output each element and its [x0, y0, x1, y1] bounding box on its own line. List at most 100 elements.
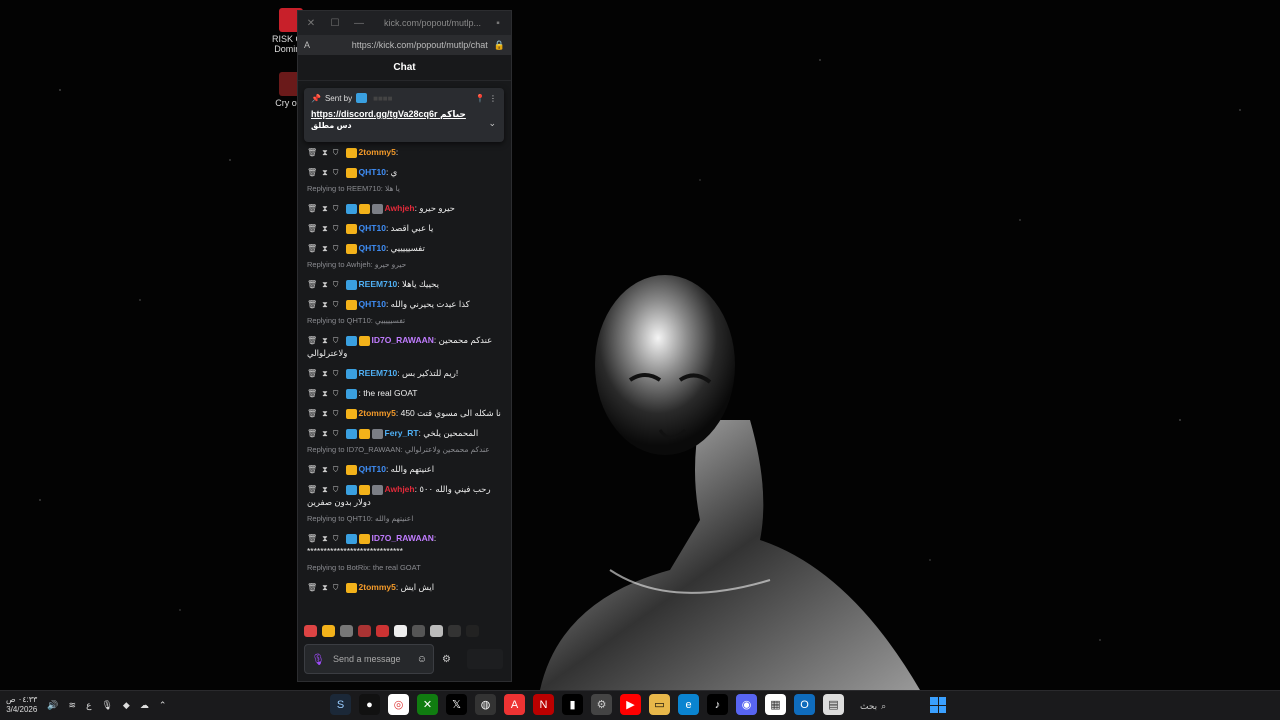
emoji-icon[interactable]: ☺ — [417, 654, 427, 665]
taskbar-search[interactable]: بحث ⌕ — [860, 696, 920, 716]
chat-message[interactable]: 🗑⧗⛉ QHT10: ي — [307, 166, 505, 179]
mod-action-icons[interactable]: 🗑⧗⛉ — [307, 168, 344, 177]
mod-action-icons[interactable]: 🗑⧗⛉ — [307, 389, 344, 398]
emote-icon[interactable] — [376, 625, 389, 637]
chat-message[interactable]: 🗑⧗⛉ REEM710: ريم للتذكير بس! — [307, 367, 505, 380]
chat-username[interactable]: QHT10 — [359, 223, 386, 233]
chat-message[interactable]: 🗑⧗⛉ Awhjeh: رحب فيني والله ٥٠٠ دولار بدون… — [307, 483, 505, 509]
tiktok-icon[interactable]: ♪ — [707, 694, 728, 715]
emote-icon[interactable] — [358, 625, 371, 637]
cloud-icon[interactable]: ☁ — [140, 700, 149, 711]
emote-icon[interactable] — [322, 625, 335, 637]
outlook-icon[interactable]: O — [794, 694, 815, 715]
steam-icon[interactable]: S — [330, 694, 351, 715]
emote-icon[interactable] — [430, 625, 443, 637]
mod-action-icons[interactable]: 🗑⧗⛉ — [307, 429, 344, 438]
volume-icon[interactable]: 🔊 — [47, 700, 58, 711]
file-explorer-icon[interactable]: ▭ — [649, 694, 670, 715]
emote-icon[interactable] — [412, 625, 425, 637]
youtube-icon[interactable]: ▶ — [620, 694, 641, 715]
chat-username[interactable]: ID7O_RAWAAN — [372, 335, 434, 345]
mod-action-icons[interactable]: 🗑⧗⛉ — [307, 244, 344, 253]
mod-action-icons[interactable]: 🗑⧗⛉ — [307, 300, 344, 309]
chat-message[interactable]: 🗑⧗⛉ QHT10: يا عبي اقصد — [307, 222, 505, 235]
chat-username[interactable]: QHT10 — [359, 167, 386, 177]
clock[interactable]: ٠٤:٣٣ ص 3/4/2026 — [6, 695, 37, 715]
steam-tray-icon[interactable]: ◆ — [123, 700, 130, 711]
windows-start-icon[interactable] — [930, 697, 946, 713]
minimize-icon[interactable]: — — [352, 18, 366, 29]
emote-icon[interactable] — [448, 625, 461, 637]
reply-context[interactable]: Replying to Awhjeh: حيرو حيرو — [307, 260, 505, 271]
mod-action-icons[interactable]: 🗑⧗⛉ — [307, 336, 344, 345]
chat-username[interactable]: Awhjeh — [385, 203, 415, 213]
notepad-icon[interactable]: ▤ — [823, 694, 844, 715]
wifi-icon[interactable]: ≋ — [69, 700, 77, 711]
chat-message[interactable]: 🗑⧗⛉ ID7O_RAWAAN: عندكم محمحين ولاعترلوالي — [307, 334, 505, 360]
chat-message[interactable]: 🗑⧗⛉ QHT10: تفسيييييي — [307, 242, 505, 255]
rockstar-icon[interactable]: ◍ — [475, 694, 496, 715]
lock-icon[interactable]: 🔒 — [494, 40, 505, 51]
reply-context[interactable]: Replying to BotRix: the real GOAT — [307, 563, 505, 574]
chat-message[interactable]: 🗑⧗⛉ 2tommy5: — [307, 146, 505, 159]
chat-message[interactable]: 🗑⧗⛉ Fery_RT: المحمحين يلخي — [307, 427, 505, 440]
chat-username[interactable]: REEM710 — [359, 368, 398, 378]
mod-action-icons[interactable]: 🗑⧗⛉ — [307, 224, 344, 233]
chat-message[interactable]: 🗑⧗⛉ Awhjeh: حيرو حيرو — [307, 202, 505, 215]
x-twitter-icon[interactable]: 𝕏 — [446, 694, 467, 715]
maximize-icon[interactable]: ☐ — [328, 18, 342, 29]
chat-username[interactable]: 2tommy5 — [359, 147, 396, 157]
chat-message-list[interactable]: 🗑⧗⛉ 2tommy5: 🗑⧗⛉ QHT10: ي Replying to REEM7… — [298, 139, 511, 615]
reply-context[interactable]: Replying to ID7O_RAWAAN: عندكم محمحين ول… — [307, 445, 505, 456]
chat-username[interactable]: Fery_RT — [385, 428, 419, 438]
emote-icon[interactable] — [466, 625, 479, 637]
chat-message[interactable]: 🗑⧗⛉: the real GOAT — [307, 387, 505, 400]
read-aloud-icon[interactable]: A — [304, 40, 310, 50]
close-icon[interactable]: ✕ — [304, 18, 318, 29]
reply-context[interactable]: Replying to REEM710: يا هلا — [307, 184, 505, 195]
microphone-icon[interactable]: 🎙 — [101, 700, 112, 711]
chat-username[interactable]: ID7O_RAWAAN — [372, 533, 434, 543]
microphone-icon[interactable]: 🎙 — [311, 653, 325, 666]
discord-icon[interactable]: ◉ — [736, 694, 757, 715]
reply-context[interactable]: Replying to QHT10: اعنيتهم والله — [307, 514, 505, 525]
chat-message[interactable]: 🗑⧗⛉ REEM710: يحييك ياهلا — [307, 278, 505, 291]
mod-action-icons[interactable]: 🗑⧗⛉ — [307, 534, 344, 543]
chevron-down-icon[interactable]: ⌄ — [488, 118, 496, 129]
more-options-icon[interactable]: ⋮ — [489, 94, 497, 103]
chat-message[interactable]: 🗑⧗⛉ 2tommy5: ايش ايش — [307, 581, 505, 594]
chat-username[interactable]: QHT10 — [359, 299, 386, 309]
send-message-input[interactable]: 🎙 Send a message ☺ — [304, 644, 434, 674]
mod-action-icons[interactable]: 🗑⧗⛉ — [307, 280, 344, 289]
chat-message[interactable]: 🗑⧗⛉ ID7O_RAWAAN: ************************… — [307, 532, 505, 558]
mute-icon[interactable] — [340, 625, 353, 637]
obs-icon[interactable]: ● — [359, 694, 380, 715]
chat-send-button[interactable] — [466, 649, 503, 669]
emote-icon[interactable] — [304, 625, 317, 637]
chat-message[interactable]: 🗑⧗⛉ QHT10: اعنيتهم والله — [307, 463, 505, 476]
mod-action-icons[interactable]: 🗑⧗⛉ — [307, 465, 344, 474]
chat-username[interactable]: 2tommy5 — [359, 582, 396, 592]
mod-action-icons[interactable]: 🗑⧗⛉ — [307, 369, 344, 378]
netflix-icon[interactable]: N — [533, 694, 554, 715]
gear-icon[interactable]: ⚙ — [442, 654, 451, 665]
chat-username[interactable]: REEM710 — [359, 279, 398, 289]
mod-action-icons[interactable]: 🗑⧗⛉ — [307, 409, 344, 418]
chat-username[interactable]: QHT10 — [359, 243, 386, 253]
emote-icon[interactable] — [394, 625, 407, 637]
mod-action-icons[interactable]: 🗑⧗⛉ — [307, 485, 344, 494]
mod-action-icons[interactable]: 🗑⧗⛉ — [307, 204, 344, 213]
xbox-icon[interactable]: ✕ — [417, 694, 438, 715]
reply-context[interactable]: Replying to QHT10: تفسيييييي — [307, 316, 505, 327]
chat-username[interactable]: QHT10 — [359, 464, 386, 474]
chat-message[interactable]: 🗑⧗⛉ 2tommy5: 450 نا شكله الى مسوي قتت — [307, 407, 505, 420]
adobe-icon[interactable]: A — [504, 694, 525, 715]
chat-username[interactable]: 2tommy5 — [359, 408, 396, 418]
chrome-icon[interactable]: ◎ — [388, 694, 409, 715]
store-icon[interactable]: ▦ — [765, 694, 786, 715]
chat-username[interactable]: Awhjeh — [385, 484, 415, 494]
chat-message[interactable]: 🗑⧗⛉ QHT10: كذا عيدت يحيرني والله — [307, 298, 505, 311]
settings-icon[interactable]: ⚙ — [591, 694, 612, 715]
unpin-icon[interactable]: 📍 — [475, 94, 485, 103]
mod-action-icons[interactable]: 🗑⧗⛉ — [307, 148, 344, 157]
